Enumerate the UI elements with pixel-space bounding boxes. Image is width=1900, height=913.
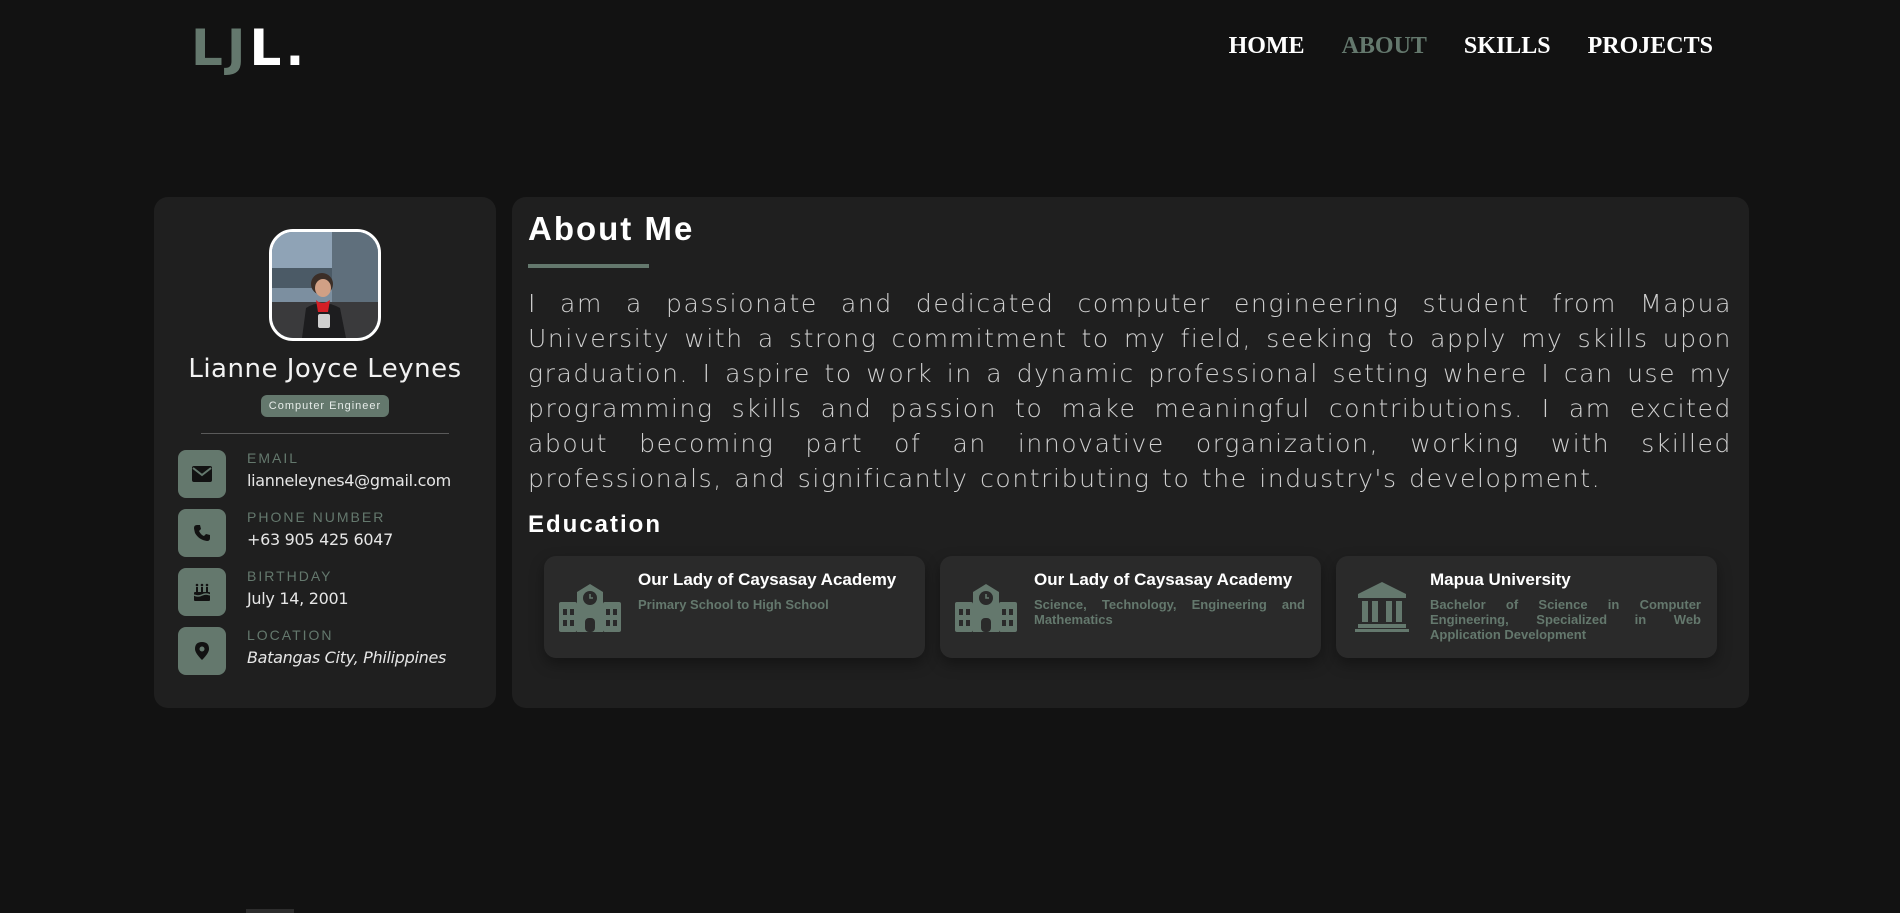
profile-divider [201, 433, 449, 434]
contact-label: BIRTHDAY [247, 568, 333, 584]
school-icon [955, 582, 1017, 632]
nav-home-link[interactable]: HOME [1229, 30, 1305, 62]
phone-icon [178, 509, 226, 557]
title-underline [528, 264, 649, 268]
contact-birthday: BIRTHDAY July 14, 2001 [178, 568, 478, 616]
education-title: Education [528, 511, 663, 538]
contact-phone: PHONE NUMBER +63 905 425 6047 [178, 509, 478, 557]
location-pin-icon [178, 627, 226, 675]
contact-label: LOCATION [247, 627, 334, 643]
contact-value[interactable]: lianneleynes4@gmail.com [247, 471, 451, 490]
school-name: Our Lady of Caysasay Academy [1034, 570, 1293, 589]
about-bio: I am a passionate and dedicated computer… [528, 289, 1732, 493]
nav-skills-link[interactable]: SKILLS [1464, 30, 1551, 62]
contact-label: EMAIL [247, 450, 300, 466]
contact-value: +63 905 425 6047 [247, 530, 394, 549]
education-card: Mapua University Bachelor of Science in … [1336, 556, 1717, 658]
main-nav: HOME ABOUT SKILLS PROJECTS [1229, 30, 1713, 62]
envelope-icon [178, 450, 226, 498]
contact-email: EMAIL lianneleynes4@gmail.com [178, 450, 478, 498]
education-card: Our Lady of Caysasay Academy Science, Te… [940, 556, 1321, 658]
school-detail: Bachelor of Science in Computer Engineer… [1430, 597, 1701, 642]
contact-value: July 14, 2001 [247, 589, 349, 608]
contact-location: LOCATION Batangas City, Philippines [178, 627, 478, 675]
avatar-photo [272, 232, 378, 338]
school-detail: Science, Technology, Engineering and Mat… [1034, 597, 1305, 627]
cake-icon [178, 568, 226, 616]
school-detail: Primary School to High School [638, 597, 829, 612]
nav-about-link[interactable]: ABOUT [1342, 30, 1427, 62]
logo-initials: LJ [191, 19, 250, 77]
nav-projects-link[interactable]: PROJECTS [1588, 30, 1713, 62]
about-title: About Me [528, 210, 695, 247]
site-logo[interactable]: LJL. [191, 18, 308, 78]
university-icon [1351, 582, 1413, 632]
about-card: About Me I am a passionate and dedicated… [512, 197, 1749, 708]
contact-value: Batangas City, Philippines [247, 648, 447, 667]
education-card: Our Lady of Caysasay Academy Primary Sch… [544, 556, 925, 658]
bottom-scroll-indicator [246, 909, 294, 913]
page: LJL. HOME ABOUT SKILLS PROJECTS Lianne J… [0, 0, 1900, 913]
school-icon [559, 582, 621, 632]
role-badge: Computer Engineer [261, 395, 389, 417]
school-name: Our Lady of Caysasay Academy [638, 570, 897, 589]
school-name: Mapua University [1430, 570, 1571, 589]
profile-avatar [269, 229, 381, 341]
profile-card: Lianne Joyce Leynes Computer Engineer EM… [154, 197, 496, 708]
profile-name: Lianne Joyce Leynes [188, 354, 462, 384]
logo-suffix: L. [249, 19, 309, 77]
contact-label: PHONE NUMBER [247, 509, 386, 525]
